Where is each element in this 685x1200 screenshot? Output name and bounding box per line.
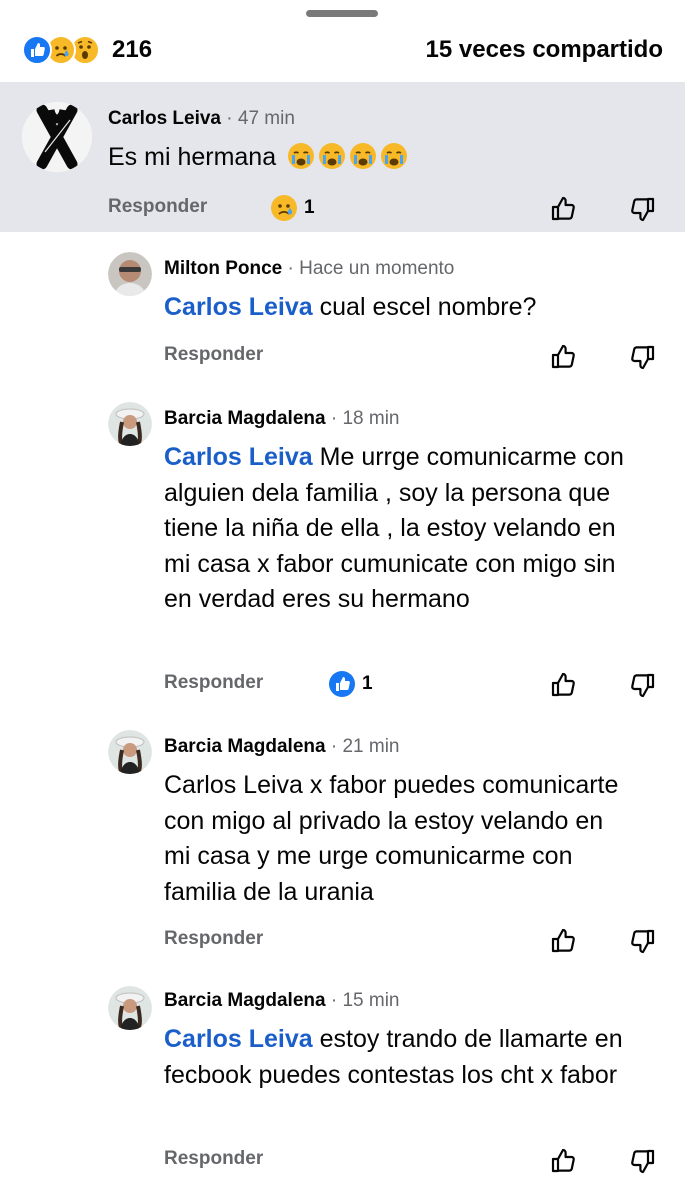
author-name[interactable]: Barcia Magdalena <box>164 990 326 1011</box>
thumbs-down-icon <box>631 1149 655 1174</box>
comments-sheet-header: 216 15 veces compartido <box>0 0 685 82</box>
comment-actions: Responder 1 <box>164 670 658 700</box>
separator: · <box>226 108 238 129</box>
dislike-button[interactable] <box>626 1144 660 1178</box>
comment-header: Milton Ponce · Hace un momento <box>164 258 454 280</box>
comment-reaction-badge[interactable]: 1 <box>328 670 373 698</box>
crying-face-icon <box>288 143 315 169</box>
like-button[interactable] <box>546 668 580 702</box>
dislike-button[interactable] <box>626 192 660 226</box>
thumbs-up-icon <box>551 344 575 369</box>
avatar[interactable] <box>108 730 152 774</box>
reply-button[interactable]: Responder <box>164 672 263 694</box>
author-name[interactable]: Barcia Magdalena <box>164 736 326 757</box>
reply-item: Barcia Magdalena · 21 min Carlos Leiva x… <box>0 718 685 966</box>
comment-time[interactable]: 18 min <box>342 408 399 429</box>
mention-link[interactable]: Carlos Leiva <box>164 293 313 321</box>
separator: · <box>287 258 300 279</box>
comment-body: Es mi hermana <box>108 143 277 171</box>
reaction-summary-row: 216 15 veces compartido <box>0 32 685 68</box>
comment-body: Carlos Leiva x fabor puedes comunicarte … <box>164 771 619 906</box>
author-name[interactable]: Barcia Magdalena <box>164 408 326 429</box>
comment-item: Carlos Leiva · 47 min Es mi hermana Resp… <box>0 82 685 232</box>
like-button[interactable] <box>546 924 580 958</box>
reaction-count: 1 <box>304 197 315 218</box>
reply-button[interactable]: Responder <box>164 344 263 366</box>
reaction-total[interactable]: 216 <box>112 36 152 64</box>
like-button[interactable] <box>546 1144 580 1178</box>
sad-face-icon <box>271 195 297 221</box>
reaction-count: 1 <box>362 673 373 694</box>
dislike-button[interactable] <box>626 668 660 702</box>
reply-item: Barcia Magdalena · 15 min Carlos Leiva e… <box>0 974 685 1200</box>
thumbs-up-icon <box>551 1148 575 1173</box>
comment-text: Carlos Leiva Me urrge comunicarme con al… <box>164 440 634 618</box>
comment-time[interactable]: 21 min <box>342 736 399 757</box>
like-icon <box>22 35 52 65</box>
share-count[interactable]: 15 veces compartido <box>426 36 663 64</box>
mention-link[interactable]: Carlos Leiva <box>164 1025 313 1053</box>
like-button[interactable] <box>546 340 580 374</box>
reply-button[interactable]: Responder <box>108 196 207 218</box>
author-name[interactable]: Milton Ponce <box>164 258 282 279</box>
crying-face-icon <box>381 143 408 169</box>
crying-face-icon <box>350 143 377 169</box>
comment-text: Es mi hermana <box>108 140 668 176</box>
comment-time[interactable]: 15 min <box>342 990 399 1011</box>
like-icon <box>329 671 355 697</box>
reply-item: Milton Ponce · Hace un momento Carlos Le… <box>0 240 685 380</box>
comment-header: Barcia Magdalena · 15 min <box>164 990 400 1012</box>
comment-actions: Responder <box>164 1146 658 1176</box>
reply-item: Barcia Magdalena · 18 min Carlos Leiva M… <box>0 390 685 710</box>
thumbs-down-icon <box>631 673 655 698</box>
thumbs-up-icon <box>551 196 575 221</box>
comment-actions: Responder 1 <box>108 194 658 224</box>
comment-time[interactable]: Hace un momento <box>299 258 454 279</box>
comment-text: Carlos Leiva x fabor puedes comunicarte … <box>164 768 634 910</box>
comment-time[interactable]: 47 min <box>238 108 295 129</box>
dislike-button[interactable] <box>626 924 660 958</box>
crying-emoji-group <box>287 142 408 170</box>
comment-text: Carlos Leiva cual escel nombre? <box>164 290 664 326</box>
avatar[interactable] <box>108 402 152 446</box>
reply-button[interactable]: Responder <box>164 1148 263 1170</box>
thumbs-down-icon <box>631 929 655 954</box>
comment-text: Carlos Leiva estoy trando de llamarte en… <box>164 1022 644 1093</box>
separator: · <box>330 408 343 429</box>
thumbs-down-icon <box>631 345 655 370</box>
sheet-drag-handle[interactable] <box>306 10 378 17</box>
comment-header: Barcia Magdalena · 18 min <box>164 408 400 430</box>
comment-reaction-badge[interactable]: 1 <box>270 194 315 222</box>
thumbs-up-icon <box>551 928 575 953</box>
avatar[interactable] <box>22 102 92 172</box>
avatar[interactable] <box>108 986 152 1030</box>
thumbs-down-icon <box>631 197 655 222</box>
thumbs-up-icon <box>551 672 575 697</box>
comment-header: Carlos Leiva · 47 min <box>108 108 295 130</box>
crying-face-icon <box>319 143 346 169</box>
like-button[interactable] <box>546 192 580 226</box>
comment-body: cual escel nombre? <box>319 293 537 321</box>
separator: · <box>330 736 343 757</box>
mention-link[interactable]: Carlos Leiva <box>164 443 313 471</box>
comment-actions: Responder <box>164 926 658 956</box>
reply-button[interactable]: Responder <box>164 928 263 950</box>
comment-header: Barcia Magdalena · 21 min <box>164 736 400 758</box>
author-name[interactable]: Carlos Leiva <box>108 108 221 129</box>
dislike-button[interactable] <box>626 340 660 374</box>
comment-actions: Responder <box>164 342 658 372</box>
avatar[interactable] <box>108 252 152 296</box>
separator: · <box>330 990 343 1011</box>
